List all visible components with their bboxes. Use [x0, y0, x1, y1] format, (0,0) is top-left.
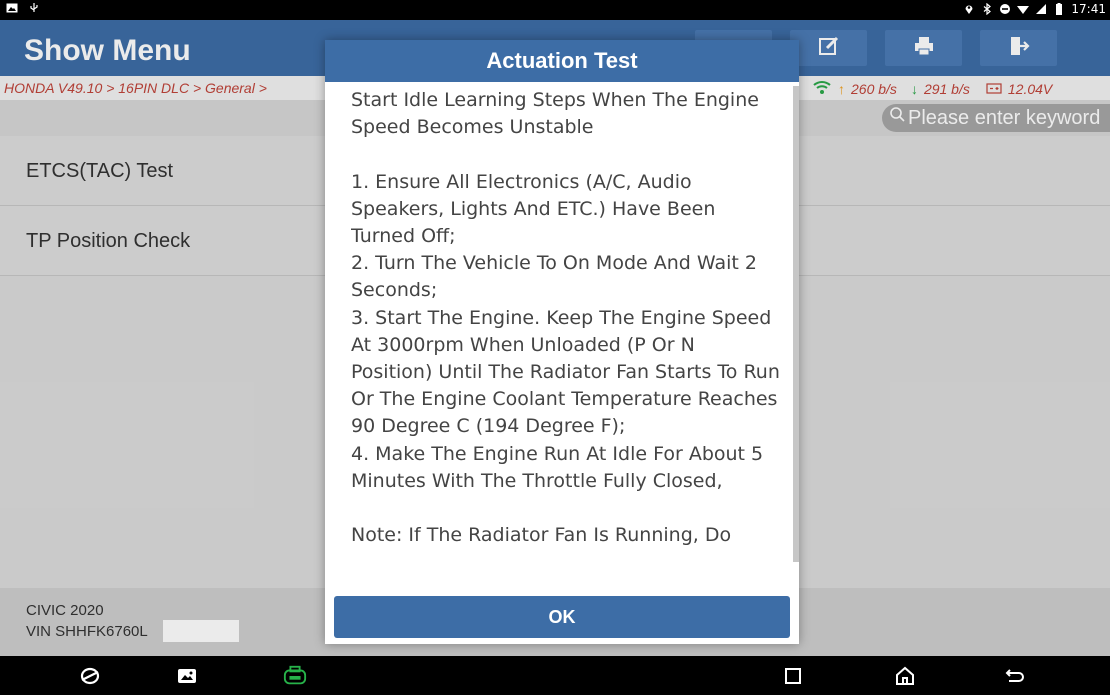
- wifi-icon: [1017, 3, 1030, 15]
- system-nav-bar: [0, 656, 1110, 695]
- usb-icon: [28, 2, 40, 14]
- status-bar: 17:41: [0, 0, 1110, 20]
- dialog-scrollbar[interactable]: [793, 86, 799, 562]
- clock: 17:41: [1071, 2, 1106, 16]
- photo-icon: [6, 2, 18, 14]
- recents-icon[interactable]: [781, 665, 805, 687]
- dialog-message[interactable]: Start Idle Learning Steps When The Engin…: [351, 87, 781, 593]
- dialog-title: Actuation Test: [325, 40, 799, 82]
- location-icon: [963, 3, 975, 15]
- battery-icon: [1053, 3, 1065, 15]
- gallery-icon[interactable]: [175, 665, 199, 687]
- browser-icon[interactable]: [78, 665, 102, 687]
- vci-icon[interactable]: [283, 665, 307, 687]
- actuation-test-dialog: Actuation Test Start Idle Learning Steps…: [325, 40, 799, 644]
- signal-icon: [1035, 3, 1047, 15]
- ok-button[interactable]: OK: [334, 596, 790, 638]
- home-icon[interactable]: [893, 665, 917, 687]
- dnd-icon: [999, 3, 1011, 15]
- back-icon[interactable]: [1003, 665, 1027, 687]
- bluetooth-icon: [981, 2, 993, 16]
